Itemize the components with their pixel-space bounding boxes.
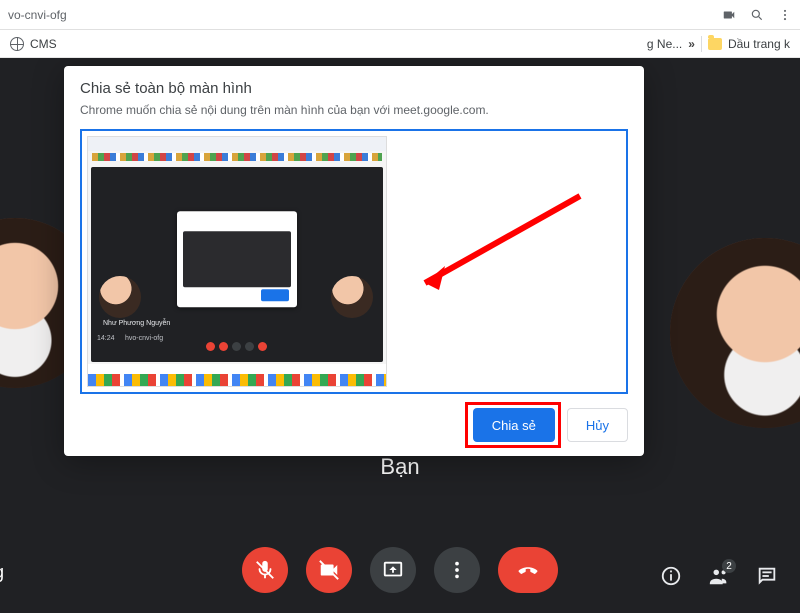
participants-badge: 2 [722, 559, 736, 573]
self-avatar [670, 238, 800, 428]
dialog-title: Chia sẻ toàn bộ màn hình [80, 80, 628, 97]
camera-icon[interactable] [722, 8, 736, 22]
bookmarks-overflow[interactable]: » [688, 37, 695, 51]
dialog-actions: Chia sẻ Hủy [80, 408, 628, 442]
screen-preview-selected[interactable]: Như Phương Nguyễn 14:24 hvo-cnvi-ofg [80, 129, 628, 394]
share-screen-dialog: Chia sẻ toàn bộ màn hình Chrome muốn chi… [64, 66, 644, 456]
cancel-button[interactable]: Hủy [567, 408, 628, 442]
search-icon[interactable] [750, 8, 764, 22]
meet-call-area: Bạn g 2 Chia sẻ toàn bộ [0, 58, 800, 613]
bookmark-cms[interactable]: CMS [30, 37, 57, 51]
browser-omnibox-bar: vo-cnvi-ofg [0, 0, 800, 30]
preview-time: 14:24 [97, 335, 115, 342]
self-name-label: Bạn [380, 454, 419, 480]
preview-participant-name: Như Phương Nguyễn [103, 320, 170, 327]
preview-code: hvo-cnvi-ofg [125, 335, 163, 342]
present-button[interactable] [370, 547, 416, 593]
folder-icon [708, 38, 722, 50]
bookmark-news[interactable]: g Ne... [647, 37, 682, 51]
bookmark-bar: CMS g Ne... » Dầu trang k [0, 30, 800, 58]
more-options-button[interactable] [434, 547, 480, 593]
dialog-subtitle: Chrome muốn chia sẻ nội dung trên màn hì… [80, 103, 628, 117]
globe-icon [10, 37, 24, 51]
camera-button[interactable] [306, 547, 352, 593]
mic-button[interactable] [242, 547, 288, 593]
browser-more-icon[interactable] [778, 8, 792, 22]
info-icon[interactable] [660, 565, 682, 587]
url-text: vo-cnvi-ofg [8, 8, 67, 22]
share-button[interactable]: Chia sẻ [473, 408, 555, 442]
screen-thumbnail: Như Phương Nguyễn 14:24 hvo-cnvi-ofg [88, 137, 386, 386]
bookmark-folder[interactable]: Dầu trang k [728, 37, 790, 51]
omnibox[interactable]: vo-cnvi-ofg [8, 8, 712, 22]
end-call-button[interactable] [498, 547, 558, 593]
chat-icon[interactable] [756, 565, 778, 587]
participants-icon[interactable]: 2 [708, 565, 730, 587]
info-panel-icons: 2 [660, 565, 778, 587]
